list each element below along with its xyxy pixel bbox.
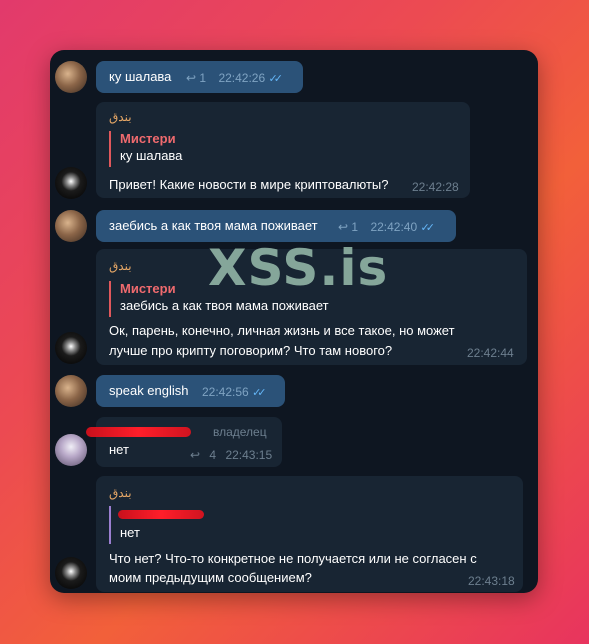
- bot-avatar[interactable]: [55, 557, 87, 589]
- bot-avatar[interactable]: [55, 167, 87, 199]
- message-text-line-1: Ок, парень, конечно, личная жизнь и все …: [109, 323, 455, 338]
- sender-name[interactable]: بندق: [109, 486, 132, 500]
- redacted-name-mark: [118, 510, 204, 519]
- owner-avatar[interactable]: [55, 434, 87, 466]
- message-bubble-incoming[interactable]: بندق Мистери заебись а как твоя мама пож…: [96, 249, 527, 365]
- user-avatar[interactable]: [55, 61, 87, 93]
- double-check-icon: ✓✓: [268, 73, 284, 85]
- reply-count[interactable]: 4: [209, 448, 216, 462]
- reply-text: ку шалава: [120, 148, 183, 163]
- message-bubble-outgoing[interactable]: заебись а как твоя мама поживает ↩ 1 22:…: [96, 210, 456, 242]
- message-bubble-outgoing[interactable]: speak english 22:42:56 ✓✓: [96, 375, 285, 407]
- message-text: speak english: [109, 383, 189, 398]
- message-time: 22:42:40: [370, 220, 418, 234]
- message-time: 22:42:44: [467, 346, 514, 360]
- message-time: 22:42:26: [218, 71, 266, 85]
- message-text: заебись а как твоя мама поживает: [109, 218, 318, 233]
- message-text-line-2: лучше про крипту поговорим? Что там ново…: [109, 343, 393, 358]
- owner-badge: владелец: [213, 425, 267, 439]
- reply-arrow-icon[interactable]: ↩: [190, 448, 200, 462]
- double-check-icon: ✓✓: [252, 387, 267, 399]
- message-time: 22:43:15: [225, 448, 273, 462]
- message-time: 22:43:18: [468, 574, 515, 588]
- user-avatar[interactable]: [55, 375, 87, 407]
- double-check-icon: ✓✓: [420, 222, 436, 234]
- reply-arrow-icon[interactable]: ↩: [186, 71, 196, 85]
- chat-window: ку шалава ↩ 1 22:42:26 ✓✓ بندق Мистери к…: [50, 50, 538, 593]
- message-text-line-1: Что нет? Что-то конкретное не получается…: [109, 551, 477, 566]
- message-time: 22:42:28: [412, 180, 459, 194]
- message-bubble-incoming[interactable]: владелец нет ↩ 4 22:43:15: [86, 417, 282, 467]
- reply-text: нет: [120, 525, 140, 540]
- message-text: Привет! Какие новости в мире криптовалют…: [109, 177, 389, 192]
- reply-quote[interactable]: Мистери ку шалава: [109, 131, 182, 167]
- message-text: ку шалава: [109, 69, 172, 84]
- message-bubble-incoming[interactable]: بندق Мистери ку шалава Привет! Какие нов…: [96, 102, 470, 198]
- user-avatar[interactable]: [55, 210, 87, 242]
- message-bubble-incoming[interactable]: بندق нет Что нет? Что-то конкретное не п…: [96, 476, 523, 592]
- sender-name[interactable]: بندق: [109, 259, 132, 273]
- reply-quote[interactable]: Мистери заебись а как твоя мама поживает: [109, 281, 329, 317]
- reply-arrow-icon[interactable]: ↩: [338, 220, 348, 234]
- reply-author: Мистери: [120, 281, 176, 296]
- reply-count[interactable]: 1: [351, 220, 358, 234]
- reply-quote[interactable]: нет: [109, 506, 206, 544]
- message-text-line-2: моим предыдущим сообщением?: [109, 570, 312, 585]
- message-text: нет: [109, 442, 129, 457]
- message-time: 22:42:56: [202, 385, 249, 399]
- reply-count[interactable]: 1: [199, 71, 206, 85]
- sender-name[interactable]: بندق: [109, 110, 132, 124]
- redacted-name-mark: [86, 427, 191, 437]
- message-bubble-outgoing[interactable]: ку шалава ↩ 1 22:42:26 ✓✓: [96, 61, 303, 93]
- bot-avatar[interactable]: [55, 332, 87, 364]
- reply-author: Мистери: [120, 131, 176, 146]
- reply-text: заебись а как твоя мама поживает: [120, 298, 329, 313]
